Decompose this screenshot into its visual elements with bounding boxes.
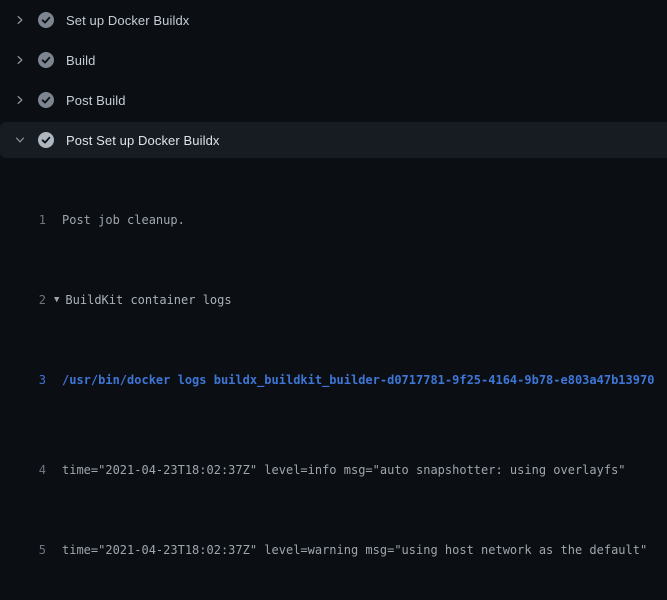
log-line-number[interactable]: 3 (0, 370, 46, 390)
check-circle-icon (38, 12, 54, 28)
step-title: Post Set up Docker Buildx (66, 133, 220, 148)
log-row: 3 /usr/bin/docker logs buildx_buildkit_b… (0, 370, 667, 390)
chevron-right-icon[interactable] (13, 13, 27, 27)
check-circle-icon (38, 92, 54, 108)
log-row: 1 Post job cleanup. (0, 210, 667, 230)
step-title: Build (66, 53, 95, 68)
chevron-right-icon[interactable] (13, 93, 27, 107)
step-header-build[interactable]: Build (0, 40, 667, 80)
log-row: 4 time="2021-04-23T18:02:37Z" level=info… (0, 450, 667, 470)
check-circle-icon (38, 52, 54, 68)
chevron-down-icon[interactable] (13, 133, 27, 147)
log-line-number[interactable]: 5 (0, 540, 46, 550)
log-line-text: /usr/bin/docker logs buildx_buildkit_bui… (62, 370, 654, 390)
check-circle-icon (38, 132, 54, 148)
log-line-number[interactable]: 4 (0, 460, 46, 470)
log-line-number[interactable]: 2 (0, 290, 46, 310)
steps-list: Set up Docker Buildx Build Post Build Po… (0, 0, 667, 158)
step-header-post-set-up-docker-buildx[interactable]: Post Set up Docker Buildx (0, 122, 667, 158)
log-row: 2 ▼ BuildKit container logs (0, 290, 667, 310)
log-line-text: time="2021-04-23T18:02:37Z" level=info m… (62, 460, 626, 470)
log-row: 5 time="2021-04-23T18:02:37Z" level=warn… (0, 530, 667, 550)
log-line-number[interactable]: 1 (0, 210, 46, 230)
log-line-text: time="2021-04-23T18:02:37Z" level=warnin… (62, 540, 647, 550)
step-header-post-build[interactable]: Post Build (0, 80, 667, 120)
group-toggle-icon[interactable]: ▼ (54, 290, 59, 310)
step-header-set-up-docker-buildx[interactable]: Set up Docker Buildx (0, 0, 667, 40)
log-viewer: 1 Post job cleanup. 2 ▼ BuildKit contain… (0, 160, 667, 600)
chevron-right-icon[interactable] (13, 53, 27, 67)
step-title: Post Build (66, 93, 126, 108)
log-line-text: Post job cleanup. (62, 210, 185, 230)
step-title: Set up Docker Buildx (66, 13, 189, 28)
log-line-text: BuildKit container logs (65, 290, 231, 310)
